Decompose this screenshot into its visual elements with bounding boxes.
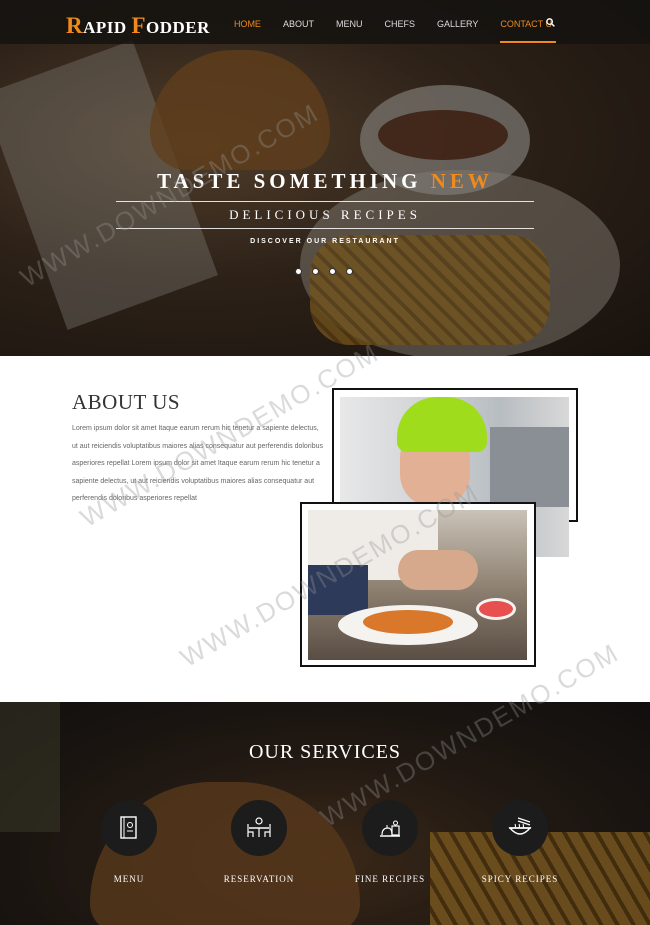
slider-dot[interactable] <box>296 269 301 274</box>
nav-item-about[interactable]: ABOUT <box>283 0 314 44</box>
service-spicy-recipes[interactable]: SPICY RECIPES <box>465 800 575 884</box>
service-label: FINE RECIPES <box>354 874 426 884</box>
service-label: RESERVATION <box>223 874 295 884</box>
hero-title-accent: NEW <box>430 169 493 193</box>
about-title: ABOUT US <box>72 390 181 414</box>
hero-title: TASTE SOMETHING NEW <box>157 169 493 193</box>
service-label: SPICY RECIPES <box>481 874 559 884</box>
search-icon[interactable] <box>546 18 555 27</box>
service-label: MENU <box>113 874 145 884</box>
chef-hat <box>397 397 487 452</box>
slider-dot[interactable] <box>313 269 318 274</box>
nav-item-home[interactable]: HOME <box>234 0 261 44</box>
noodle-bowl-icon <box>508 817 532 835</box>
fine-recipes-icon <box>380 820 400 837</box>
slider-dot[interactable] <box>330 269 335 274</box>
nav-item-gallery[interactable]: GALLERY <box>437 0 478 44</box>
nav-item-chefs[interactable]: CHEFS <box>384 0 415 44</box>
menu-book-icon <box>120 816 137 839</box>
hero-divider-bottom <box>116 228 534 229</box>
services-title: OUR SERVICES <box>248 741 402 763</box>
service-menu[interactable]: MENU <box>74 800 184 884</box>
slider-dot[interactable] <box>347 269 352 274</box>
slider-dots <box>296 269 364 274</box>
nav-item-menu[interactable]: MENU <box>336 0 363 44</box>
service-reservation[interactable]: RESERVATION <box>204 800 314 884</box>
site-logo[interactable]: RAPID FODDER <box>66 13 210 39</box>
top-navbar: RAPID FODDER HOME ABOUT MENU CHEFS GALLE… <box>0 0 650 44</box>
main-menu: HOME ABOUT MENU CHEFS GALLERY CONTACT U <box>212 0 556 44</box>
reservation-table-icon <box>247 817 271 837</box>
